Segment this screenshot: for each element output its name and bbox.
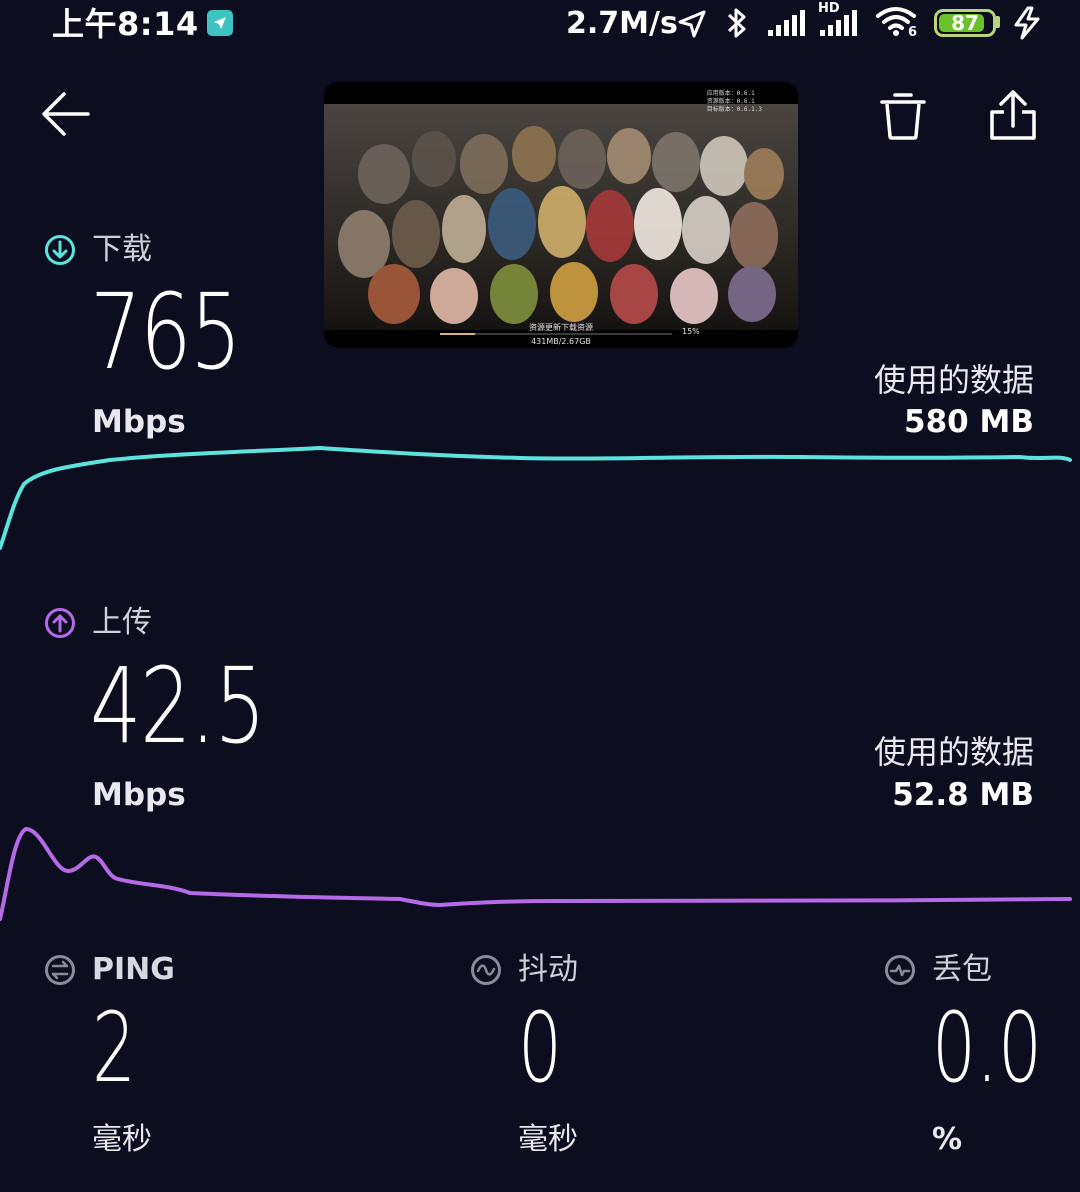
ping-value: 2 bbox=[92, 992, 136, 1104]
jitter-unit: 毫秒 bbox=[518, 1122, 578, 1157]
upload-speed-graph bbox=[0, 826, 1072, 921]
pip-video-player[interactable]: 应用版本：0.6.1 资源版本：0.6.1 目标版本：0.6.1.3 资源更新下… bbox=[324, 82, 798, 348]
upload-arrow-icon bbox=[45, 608, 75, 638]
pip-version-overlay: 应用版本：0.6.1 资源版本：0.6.1 目标版本：0.6.1.3 bbox=[706, 90, 762, 113]
wifi-icon: 6 bbox=[874, 4, 922, 44]
jitter-label: 抖动 bbox=[518, 952, 578, 987]
upload-unit: Mbps bbox=[92, 777, 186, 813]
game-artwork-image bbox=[324, 104, 798, 330]
upload-data-used-value: 52.8 MB bbox=[892, 777, 1034, 813]
packet-loss-unit: % bbox=[932, 1122, 963, 1157]
network-speed: 2.7M/s bbox=[566, 6, 678, 41]
packet-loss-label: 丢包 bbox=[932, 952, 992, 987]
packet-loss-value: 0.0 bbox=[932, 992, 1042, 1104]
pip-progress-label: 资源更新下载资源 bbox=[529, 323, 593, 332]
share-button[interactable] bbox=[986, 88, 1040, 142]
download-arrow-icon bbox=[45, 235, 75, 265]
location-arrow-icon bbox=[678, 10, 706, 38]
upload-data-used-label: 使用的数据 bbox=[873, 733, 1034, 771]
jitter-icon bbox=[471, 955, 501, 985]
download-label: 下载 bbox=[92, 232, 152, 267]
charging-icon bbox=[1014, 6, 1040, 40]
ping-unit: 毫秒 bbox=[92, 1122, 152, 1157]
ping-label: PING bbox=[92, 952, 175, 987]
pip-progress-percent: 15% bbox=[682, 327, 700, 336]
delete-button[interactable] bbox=[878, 90, 928, 142]
pip-progress-fill bbox=[440, 333, 475, 335]
battery-indicator: 87 bbox=[934, 9, 996, 37]
packet-loss-icon bbox=[885, 955, 915, 985]
share-icon bbox=[990, 90, 1036, 140]
battery-level: 87 bbox=[951, 11, 979, 35]
ping-icon bbox=[45, 955, 75, 985]
trash-icon bbox=[880, 93, 926, 140]
jitter-value: 0 bbox=[518, 992, 562, 1104]
download-speed-value: 765 bbox=[90, 271, 242, 393]
back-arrow-icon bbox=[42, 92, 90, 136]
pip-download-size: 431MB/2.67GB bbox=[531, 337, 591, 346]
bluetooth-icon bbox=[727, 8, 746, 38]
download-data-used-label: 使用的数据 bbox=[873, 361, 1034, 399]
upload-speed-value: 42.5 bbox=[90, 645, 266, 767]
hd-signal-icon: HD bbox=[818, 2, 862, 38]
navigation-app-icon bbox=[207, 10, 233, 36]
battery-nub bbox=[996, 16, 1000, 28]
pip-progress-bar bbox=[440, 333, 672, 335]
download-speed-graph bbox=[0, 445, 1072, 550]
upload-label: 上传 bbox=[92, 605, 152, 640]
signal-icon bbox=[768, 10, 805, 36]
back-button[interactable] bbox=[40, 88, 92, 140]
status-time: 上午8:14 bbox=[52, 5, 199, 43]
